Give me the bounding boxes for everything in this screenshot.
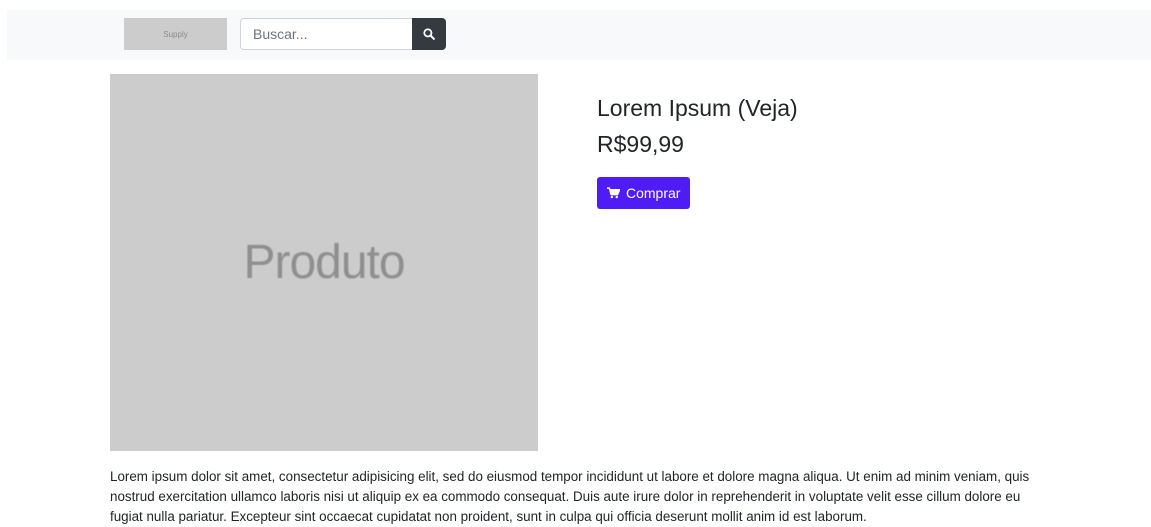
product-image: Produto: [110, 74, 538, 451]
navbar: Supply: [7, 10, 1151, 60]
logo[interactable]: Supply: [124, 18, 227, 50]
search-button[interactable]: [412, 18, 446, 50]
search-icon: [423, 28, 435, 40]
cart-icon: [607, 187, 620, 199]
product-description: Lorem ipsum dolor sit amet, consectetur …: [110, 469, 1030, 524]
product-image-placeholder-text: Produto: [243, 236, 405, 289]
product-price: R$99,99: [597, 131, 684, 157]
buy-button-label: Comprar: [626, 185, 681, 201]
product-title: Lorem Ipsum (Veja): [597, 95, 798, 121]
search-input[interactable]: [240, 18, 412, 50]
logo-text: Supply: [163, 29, 188, 39]
buy-button[interactable]: Comprar: [597, 177, 691, 209]
